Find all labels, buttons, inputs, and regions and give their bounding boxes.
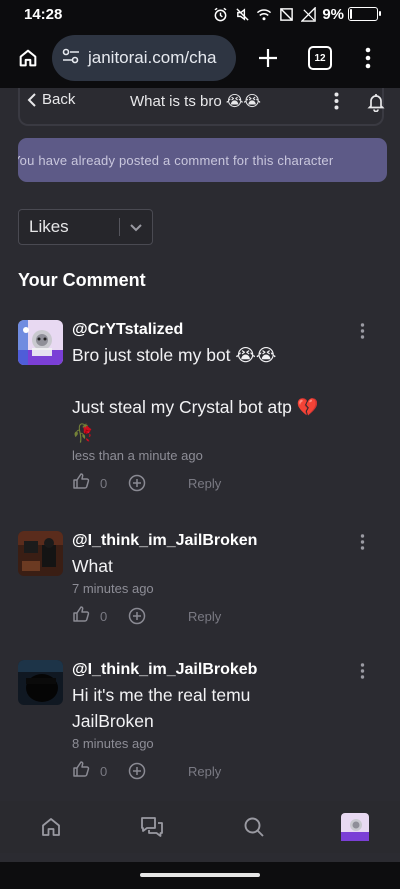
- already-commented-notice: You have already posted a comment for th…: [18, 138, 387, 182]
- like-button[interactable]: [72, 605, 90, 628]
- page-header: Back What is ts bro 😭😭: [0, 88, 400, 128]
- comment-text: Hi it's me the real temu JailBroken: [72, 685, 251, 731]
- reply-button[interactable]: Reply: [188, 764, 221, 779]
- status-bar: 14:28 9%: [0, 0, 400, 28]
- site-settings-icon[interactable]: [62, 48, 80, 69]
- like-count: 0: [100, 763, 108, 779]
- header-more-button[interactable]: [330, 90, 342, 112]
- browser-toolbar: janitorai.com/cha 12: [0, 28, 400, 88]
- more-vertical-icon: [360, 323, 365, 339]
- browser-home-button[interactable]: [12, 42, 44, 74]
- tab-switcher-button[interactable]: 12: [308, 46, 332, 70]
- more-vertical-icon: [360, 663, 365, 679]
- no-sim-icon: [278, 6, 294, 22]
- comment-more-button[interactable]: [360, 322, 366, 340]
- like-button[interactable]: [72, 760, 90, 783]
- profile-avatar: [341, 813, 369, 841]
- like-count: 0: [100, 475, 108, 491]
- plus-icon: [259, 49, 277, 67]
- chevron-down-icon: [120, 222, 152, 232]
- like-button[interactable]: [72, 472, 90, 495]
- battery-icon: [348, 7, 381, 21]
- sort-selected-value: Likes: [29, 217, 69, 236]
- comment-body: @I_think_im_JailBrokeb Hi it's me the re…: [72, 660, 352, 781]
- bell-icon: [367, 94, 385, 113]
- page-title: What is ts bro 😭😭: [130, 93, 261, 110]
- comment-time: 8 minutes ago: [72, 736, 154, 751]
- comment-actions: 0 Reply: [72, 760, 352, 783]
- notifications-button[interactable]: [366, 92, 388, 114]
- back-label: Back: [42, 91, 76, 108]
- thumbs-up-icon: [73, 605, 90, 622]
- plus-circle-icon: [128, 607, 146, 625]
- status-time: 14:28: [24, 5, 63, 23]
- notice-text: You have already posted a comment for th…: [18, 152, 334, 168]
- url-text: janitorai.com/cha: [88, 48, 217, 67]
- comment-actions: 0 Reply: [72, 605, 352, 628]
- chat-icon: [141, 817, 163, 837]
- address-bar[interactable]: janitorai.com/cha: [52, 35, 236, 81]
- nav-search[interactable]: [240, 813, 268, 841]
- more-vertical-icon: [360, 534, 365, 550]
- new-tab-button[interactable]: [250, 40, 286, 76]
- thumbs-up-icon: [73, 472, 90, 489]
- signal-icon: [300, 6, 316, 22]
- reply-button[interactable]: Reply: [188, 476, 221, 491]
- comment-time: 7 minutes ago: [72, 581, 154, 596]
- more-vertical-icon: [365, 47, 371, 69]
- plus-circle-icon: [128, 762, 146, 780]
- comment-body: @CrYTstalized Bro just stole my bot 😭😭 J…: [72, 320, 352, 493]
- wifi-icon: [256, 6, 272, 22]
- chevron-left-icon: [27, 92, 36, 107]
- avatar[interactable]: [18, 531, 63, 576]
- battery-fill: [350, 9, 353, 19]
- add-reaction-button[interactable]: [128, 762, 146, 780]
- thumbs-up-icon: [73, 760, 90, 777]
- avatar[interactable]: [18, 320, 63, 365]
- status-icons: 9%: [212, 5, 381, 23]
- battery-indicator: 9%: [322, 5, 381, 23]
- comment-time: less than a minute ago: [72, 448, 203, 463]
- reply-button[interactable]: Reply: [188, 609, 221, 624]
- comment-text: Bro just stole my bot 😭😭: [72, 345, 277, 365]
- back-button[interactable]: Back: [26, 91, 75, 108]
- gesture-handle[interactable]: [140, 873, 260, 877]
- comment-more-button[interactable]: [360, 662, 366, 680]
- search-icon: [244, 817, 264, 837]
- home-icon: [19, 49, 37, 67]
- sort-select[interactable]: Likes: [18, 209, 153, 245]
- add-reaction-button[interactable]: [128, 474, 146, 492]
- battery-percent: 9%: [322, 5, 344, 23]
- comment-body: @I_think_im_JailBroken What 7 minutes ag…: [72, 531, 352, 626]
- comment-text: Just steal my Crystal bot atp 💔🥀: [72, 397, 319, 443]
- add-reaction-button[interactable]: [128, 607, 146, 625]
- comment-username[interactable]: @CrYTstalized: [72, 320, 352, 340]
- section-title: Your Comment: [18, 270, 146, 290]
- home-icon: [42, 818, 60, 836]
- nav-profile[interactable]: [341, 813, 369, 841]
- comment-username[interactable]: @I_think_im_JailBroken: [72, 531, 352, 551]
- more-vertical-icon: [334, 92, 338, 110]
- like-count: 0: [100, 608, 108, 624]
- comment-more-button[interactable]: [360, 533, 366, 551]
- bottom-navigation: [0, 801, 400, 853]
- nav-chats[interactable]: [138, 813, 166, 841]
- avatar[interactable]: [18, 660, 63, 705]
- browser-menu-button[interactable]: [356, 40, 380, 76]
- plus-circle-icon: [128, 474, 146, 492]
- comment-text: What: [72, 556, 113, 576]
- system-gesture-area: [0, 862, 400, 889]
- comment-username[interactable]: @I_think_im_JailBrokeb: [72, 660, 352, 680]
- alarm-icon: [212, 6, 228, 22]
- comment-actions: 0 Reply: [72, 472, 352, 495]
- mute-icon: [234, 6, 250, 22]
- nav-home[interactable]: [37, 813, 65, 841]
- tab-count: 12: [314, 52, 326, 64]
